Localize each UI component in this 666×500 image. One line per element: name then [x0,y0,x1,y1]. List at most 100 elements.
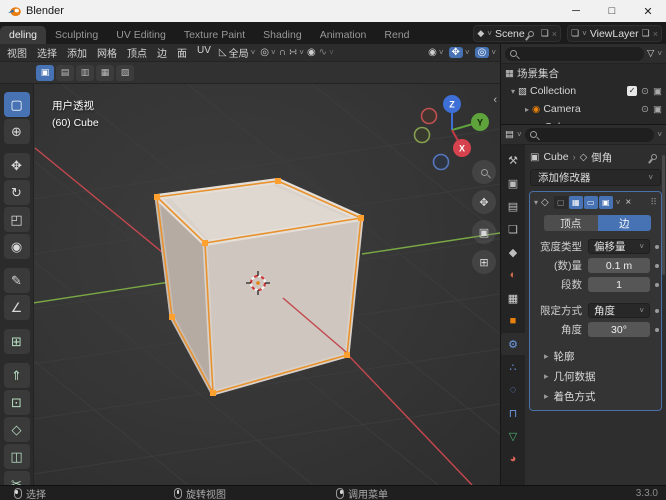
pan-button[interactable]: ✥ [472,190,496,214]
chevron-down-icon[interactable]: ˅ [657,130,662,139]
tool-add-cube[interactable]: ⊞ [3,329,30,354]
tool-scale[interactable]: ◰ [3,207,30,232]
animate-dot[interactable] [655,327,659,332]
add-modifier-button[interactable]: 添加修改器 ˅ [530,169,661,186]
drag-grip-icon[interactable]: ⠿ [650,197,657,208]
tool-select-box[interactable]: ▢ [3,92,30,117]
tool-extrude-region[interactable]: ⇑ [3,363,30,388]
tab-uv-editing[interactable]: UV Editing [107,26,175,44]
ptab-constraints[interactable]: ⊓ [501,402,525,424]
new-layer-icon[interactable]: ❏ [642,28,650,39]
snap-toggle-magnet-icon[interactable]: ∩ [279,47,286,58]
filter-funnel-icon[interactable]: ▽ [647,48,654,59]
expander-icon[interactable]: ▸ [525,105,529,114]
menu-edge[interactable]: 边 [152,44,172,61]
expander-icon[interactable]: ▾ [534,198,538,207]
orientation-value[interactable]: 全局 [229,45,249,60]
collection-checkbox[interactable]: ✓ [627,85,638,96]
ptab-render[interactable]: ▣ [501,172,525,194]
outliner-row-camera[interactable]: ▸ ◉ Camera ⊙ ▣ [501,100,666,118]
axis-minus-x-ball[interactable] [420,107,438,125]
sidebar-collapse-arrow-icon[interactable]: ‹ [493,94,497,106]
section-shading[interactable]: 着色方式 [530,386,661,406]
chevron-down-icon[interactable]: ˅ [491,48,496,57]
select-mode-invert[interactable]: ▦ [96,64,114,81]
ptab-particles[interactable]: ∴ [501,356,525,378]
ptab-tool[interactable]: ⚒ [501,149,525,171]
proportional-editing-icon[interactable]: ◉ [307,47,316,58]
chevron-down-icon[interactable]: ˅ [517,130,522,139]
animate-dot[interactable] [655,263,659,268]
menu-add[interactable]: 添加 [62,44,92,61]
gizmos-toggle[interactable]: ✥ ˅ [446,47,472,58]
scene-selector[interactable]: ◆ ˅ Scene ❏ × [473,25,562,42]
menu-uv[interactable]: UV [192,44,216,61]
pin-icon[interactable] [526,29,535,38]
expander-icon[interactable]: ▾ [511,87,515,96]
segments-field[interactable]: 1 [588,277,650,292]
tool-rotate[interactable]: ↻ [3,180,30,205]
delete-modifier-icon[interactable]: × [625,197,631,208]
properties-search-input[interactable] [524,127,655,142]
chevron-down-icon[interactable]: ˅ [299,48,304,57]
view-layer-selector[interactable]: ❏ ˅ ViewLayer ❏ × [567,25,662,42]
collection-label[interactable]: Collection [530,85,576,97]
tool-transform[interactable]: ◉ [3,234,30,259]
disable-render-icon[interactable]: ▣ [653,104,662,115]
overlays-icon[interactable]: ◎ [474,47,490,58]
ptab-collection[interactable]: ▦ [501,287,525,309]
chevron-down-icon[interactable]: ˅ [582,29,587,38]
tab-rendering[interactable]: Rend [375,26,418,44]
chevron-down-icon[interactable]: ˅ [251,48,256,57]
ptab-material[interactable]: ◕ [501,448,525,470]
tab-texture-paint[interactable]: Texture Paint [175,26,254,44]
chevron-down-icon[interactable]: ˅ [439,48,444,57]
ptab-world[interactable]: ◐ [501,264,525,286]
chevron-down-icon[interactable]: ˅ [271,48,276,57]
breadcrumb-object[interactable]: Cube [543,151,568,163]
pivot-point-dropdown[interactable]: ◎ ˅ [258,47,278,58]
edit-mode-toggle[interactable]: ▦ [568,195,583,209]
affect-edges-button[interactable]: 边 [597,215,651,231]
outliner-search-input[interactable] [505,46,645,61]
disable-render-icon[interactable]: ▣ [653,86,662,97]
pin-icon[interactable] [649,152,659,162]
affect-vertices-button[interactable]: 顶点 [544,215,598,231]
transform-orientation-dropdown[interactable]: ◺ 全局 ˅ [216,45,258,60]
maximize-button[interactable]: □ [594,0,630,22]
section-geometry-data[interactable]: 几何数据 [530,366,661,386]
angle-field[interactable]: 30° [588,322,650,337]
minimize-button[interactable]: ─ [558,0,594,22]
width-type-dropdown[interactable]: 偏移量 ˅ [588,239,650,254]
ptab-output[interactable]: ▤ [501,195,525,217]
select-mode-extend[interactable]: ▤ [56,64,74,81]
animate-dot[interactable] [655,282,659,287]
scene-collection-label[interactable]: 场景集合 [517,66,559,81]
menu-view[interactable]: 视图 [2,44,32,61]
outliner-row-scene-collection[interactable]: ▦ 场景集合 [501,64,666,82]
zoom-button[interactable] [472,160,496,184]
animate-dot[interactable] [655,244,659,249]
animate-dot[interactable] [655,308,659,313]
tool-loop-cut[interactable]: ◫ [3,444,30,469]
tool-knife[interactable]: ✂ [3,471,30,485]
menu-face[interactable]: 面 [172,44,192,61]
tab-animation[interactable]: Animation [311,26,376,44]
cube-object[interactable] [154,178,364,396]
new-scene-icon[interactable]: ❏ [541,28,549,39]
visibility-dropdown[interactable]: ◉ ˅ [426,47,446,58]
menu-vertex[interactable]: 顶点 [122,44,152,61]
tool-inset-faces[interactable]: ⊡ [3,390,30,415]
realtime-toggle[interactable]: ▭ [583,195,598,209]
snap-with-dropdown[interactable]: ∺ ˅ [286,47,306,58]
camera-view-button[interactable]: ▣ [472,220,496,244]
ptab-physics[interactable]: ◌ [501,379,525,401]
3d-viewport[interactable]: 用户透视 (60) Cube ‹ Z Y X ✥ ▣ ⊞ [0,84,500,485]
extras-dropdown-icon[interactable]: ˅ [616,198,621,207]
tool-move[interactable]: ✥ [3,153,30,178]
limit-method-dropdown[interactable]: 角度 ˅ [588,303,650,318]
close-button[interactable]: ✕ [630,0,666,22]
tab-modeling[interactable]: deling [0,26,47,44]
outliner-row-collection[interactable]: ▾ ▧ Collection ✓ ⊙ ▣ [501,82,666,100]
orthographic-toggle-button[interactable]: ⊞ [472,250,496,274]
